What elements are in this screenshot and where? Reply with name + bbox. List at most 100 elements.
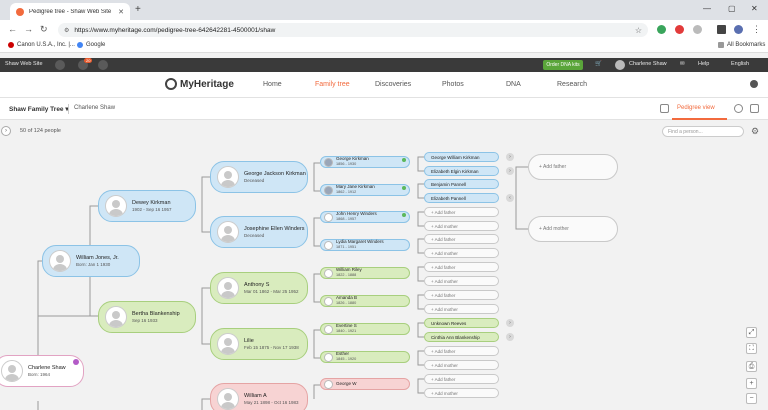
nav-photos[interactable]: Photos	[442, 81, 464, 88]
close-window-icon[interactable]: ✕	[751, 4, 758, 13]
refresh-icon[interactable]	[55, 60, 65, 70]
person-card-gen3[interactable]: Josephine Ellen Winders Deceased	[210, 216, 308, 248]
add-mother-button[interactable]: + Add mother	[424, 276, 499, 286]
person-card-gen4[interactable]: Esther 1845 - 1920	[320, 351, 410, 363]
fit-screen-icon[interactable]: ⤢	[746, 327, 757, 338]
person-card-mother[interactable]: Bertha Blankenship Sep 16 1933	[98, 301, 196, 333]
minimize-icon[interactable]: —	[703, 4, 711, 13]
site-switcher[interactable]: Shaw Web Site	[5, 61, 43, 67]
all-bookmarks[interactable]: All Bookmarks	[718, 42, 765, 48]
myheritage-logo-icon	[165, 78, 177, 90]
expand-panel-icon[interactable]: ›	[1, 126, 11, 136]
expand-chevron-icon[interactable]: ›	[506, 333, 514, 341]
close-tab-icon[interactable]: ✕	[118, 8, 124, 16]
language-menu[interactable]: English	[731, 61, 749, 67]
bookmark-canon[interactable]: Canon U.S.A., Inc. |...	[8, 42, 75, 48]
bookmark-star-icon[interactable]: ☆	[635, 26, 642, 35]
add-father-button[interactable]: + Add father	[424, 374, 499, 384]
tree-settings-icon[interactable]	[660, 104, 669, 113]
person-card-gen5[interactable]: Elizabeth Pannell	[424, 193, 499, 203]
add-father-button[interactable]: + Add father	[424, 290, 499, 300]
myheritage-logo[interactable]: MyHeritage	[165, 78, 234, 90]
user-avatar[interactable]	[615, 60, 625, 70]
forward-icon[interactable]: →	[24, 24, 33, 34]
nav-family-tree[interactable]: Family tree	[315, 81, 350, 88]
person-card-gen4[interactable]: John Henry Winders 1868 - 1957	[320, 211, 410, 223]
user-name[interactable]: Charlene Shaw	[629, 61, 667, 67]
nav-dna[interactable]: DNA	[506, 81, 521, 88]
reload-icon[interactable]: ↻	[40, 24, 48, 35]
bookmark-google[interactable]: Google	[77, 42, 105, 48]
zoom-in-icon[interactable]: +	[746, 378, 757, 389]
extensions-puzzle-icon[interactable]	[693, 25, 702, 34]
person-card-gen5[interactable]: Benjamin Pannell	[424, 179, 499, 189]
print-icon[interactable]: ⎙	[746, 361, 757, 372]
add-mother-large-button[interactable]: + Add mother	[528, 216, 618, 242]
add-father-button[interactable]: + Add father	[424, 207, 499, 217]
help-menu[interactable]: Help	[698, 61, 709, 67]
person-card-gen5[interactable]: Cinthia Ann Blankenship	[424, 332, 499, 342]
person-card-gen2[interactable]: Dewey Kirkman 1902 - Sep 16 1957	[98, 190, 196, 222]
gear-icon[interactable]: ⚙	[751, 126, 759, 137]
pedigree-canvas[interactable]: Charlene Shaw Born: 1964 William Jones, …	[0, 141, 768, 410]
add-mother-button[interactable]: + Add mother	[424, 360, 499, 370]
person-card-gen5[interactable]: Elizabeth Elgin Kirkman	[424, 166, 499, 176]
person-card-gen5[interactable]: George William Kirkman	[424, 152, 499, 162]
current-person[interactable]: Charlene Shaw	[74, 105, 115, 111]
profile-icon[interactable]	[734, 25, 743, 34]
person-card-gen3[interactable]: Lilie Feb 15 1875 - Nov 17 1938	[210, 328, 308, 360]
nav-discoveries[interactable]: Discoveries	[375, 81, 411, 88]
nav-research[interactable]: Research	[557, 81, 587, 88]
add-mother-button[interactable]: + Add mother	[424, 388, 499, 398]
discoveries-badge-icon[interactable]	[98, 60, 108, 70]
expand-chevron-icon[interactable]: ›	[506, 153, 514, 161]
person-card-gen4[interactable]: Evertine S 1840 - 1921	[320, 323, 410, 335]
person-card-gen3[interactable]: George Jackson Kirkman Deceased	[210, 161, 308, 193]
maximize-icon[interactable]: ▢	[728, 4, 736, 13]
pedigree-view-tab[interactable]: Pedigree view	[677, 105, 715, 111]
person-card-gen4[interactable]: Amanda B 1826 - 1880	[320, 295, 410, 307]
address-bar[interactable]: ⚙ https://www.myheritage.com/pedigree-tr…	[58, 23, 648, 37]
add-mother-button[interactable]: + Add mother	[424, 248, 499, 258]
site-info-icon[interactable]: ⚙	[64, 27, 69, 34]
person-card-gen3[interactable]: Anthony S Mar 01 1862 - Mar 25 1952	[210, 272, 308, 304]
person-card-gen4[interactable]: George W	[320, 378, 410, 390]
sidebar-icon[interactable]	[717, 25, 726, 34]
person-card-root[interactable]: Charlene Shaw Born: 1964	[0, 355, 84, 387]
find-person-input[interactable]: Find a person...	[662, 126, 744, 137]
menu-dots-icon[interactable]: ⋮	[752, 24, 761, 35]
extension-check-icon[interactable]	[657, 25, 666, 34]
person-card-gen4[interactable]: Mary Jane Kirkman 1862 - 1912	[320, 184, 410, 196]
new-tab-icon[interactable]: +	[135, 4, 141, 15]
add-father-button[interactable]: + Add father	[424, 346, 499, 356]
add-mother-button[interactable]: + Add mother	[424, 304, 499, 314]
person-card-father[interactable]: William Jones, Jr. Born: Jan 1 1930	[42, 245, 140, 277]
view-eye-icon[interactable]	[734, 104, 743, 113]
person-card-gen5[interactable]: Unknown Reeves	[424, 318, 499, 328]
list-view-icon[interactable]	[750, 104, 759, 113]
browser-tab[interactable]: Pedigree tree - Shaw Web Site ✕	[10, 3, 130, 20]
add-father-button[interactable]: + Add father	[424, 262, 499, 272]
back-icon[interactable]: ←	[8, 24, 17, 34]
person-card-gen4[interactable]: Lydia Margaret Winders 1871 - 1951	[320, 239, 410, 251]
expand-chevron-icon[interactable]: ‹	[506, 194, 514, 202]
nav-home[interactable]: Home	[263, 81, 282, 88]
mail-icon[interactable]: ✉	[680, 61, 685, 67]
fullscreen-icon[interactable]: ⛶	[746, 343, 757, 354]
tree-name-dropdown[interactable]: Shaw Family Tree ▾	[9, 105, 69, 113]
expand-chevron-icon[interactable]: ›	[506, 319, 514, 327]
expand-chevron-icon[interactable]: ›	[506, 167, 514, 175]
person-card-gen4[interactable]: George Kirkman 1856 - 1930	[320, 156, 410, 168]
zoom-out-icon[interactable]: −	[746, 393, 757, 404]
cart-icon[interactable]: 🛒	[595, 61, 602, 67]
order-dna-button[interactable]: Order DNA kits	[543, 60, 583, 70]
add-father-button[interactable]: + Add father	[424, 234, 499, 244]
person-card-gen3[interactable]: William A May 21 1898 - Oct 16 1983	[210, 383, 308, 410]
info-icon[interactable]	[750, 80, 758, 88]
extension-stop-icon[interactable]	[675, 25, 684, 34]
add-father-large-button[interactable]: + Add father	[528, 154, 618, 180]
online-status-icon	[402, 213, 406, 217]
add-mother-button[interactable]: + Add mother	[424, 221, 499, 231]
url-text[interactable]: https://www.myheritage.com/pedigree-tree…	[74, 27, 629, 34]
person-card-gen4[interactable]: William Riley 1822 - 1888	[320, 267, 410, 279]
